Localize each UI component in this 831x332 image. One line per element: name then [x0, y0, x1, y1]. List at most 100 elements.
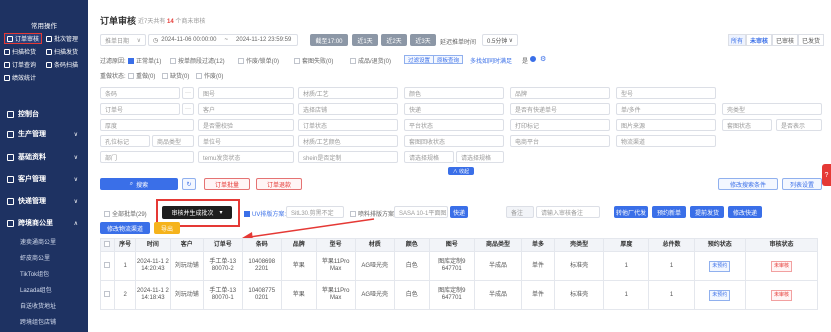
check-return[interactable]: 成品/退货(0) [350, 56, 391, 65]
last-3-days-button[interactable]: 近3天 [410, 34, 436, 46]
select-all[interactable]: 全部批单(29) [104, 209, 147, 218]
nav-cross-border[interactable]: 跨境商公里 ∧ [0, 217, 88, 229]
search-has-tracking[interactable]: 是否有快递单号 [510, 103, 610, 115]
search-thickness[interactable]: 厚度 [100, 119, 194, 131]
checkbox[interactable] [103, 291, 110, 298]
option-radio[interactable] [530, 56, 538, 63]
search-spec-1[interactable]: 请选择规格 [404, 151, 454, 163]
col-checkbox[interactable] [99, 238, 116, 252]
search-is-marked[interactable]: 是否表示 [776, 119, 822, 131]
search-verify[interactable]: 是否需校验 [198, 119, 294, 131]
check-redo[interactable]: 重做(0) [128, 71, 155, 80]
export-button[interactable]: 导出 [154, 222, 180, 234]
checkbox[interactable] [294, 58, 300, 65]
search-brand[interactable]: 品牌 [510, 87, 610, 99]
remark-input[interactable]: 请输入审核备注 [536, 206, 600, 218]
nav-basic-data[interactable]: 基础资料 ∨ [0, 151, 88, 163]
sub-aliexpress[interactable]: 速卖通商公里 [20, 235, 56, 247]
search-single-multi[interactable]: 单/多件 [616, 103, 716, 115]
nav-customers[interactable]: 客户管理 ∨ [0, 173, 88, 185]
quick-item-pick[interactable]: 扫描检货 [4, 46, 36, 57]
sub-tiktok[interactable]: TikTok组包 [20, 267, 49, 279]
search-color[interactable]: 颜色 [404, 87, 504, 99]
list-settings-button[interactable]: 列表设置 [782, 178, 822, 190]
search-temu-status[interactable]: temu发货状态 [198, 151, 294, 163]
row-checkbox[interactable] [99, 251, 116, 281]
nav-express[interactable]: 快递管理 ∨ [0, 195, 88, 207]
check-fail[interactable]: 套图失败(0) [294, 56, 333, 65]
checkbox[interactable] [196, 73, 202, 80]
last-2-days-button[interactable]: 近2天 [381, 34, 407, 46]
date-type-select[interactable]: 推单日期 ∨ [100, 34, 146, 46]
search-mapping-status[interactable]: 套图状态 [722, 119, 772, 131]
checkbox[interactable] [128, 73, 134, 80]
original-query-tag[interactable]: 原板查询 [433, 55, 464, 64]
search-button[interactable]: ⌕ 搜索 [100, 178, 178, 190]
nav-production[interactable]: 生产管理 ∨ [0, 128, 88, 140]
nav-console[interactable]: 控制台 [0, 108, 88, 120]
search-shein-custom[interactable]: shein是否定制 [298, 151, 398, 163]
search-image-source[interactable]: 图片来源 [616, 119, 716, 131]
search-case-type[interactable]: 壳类型 [722, 103, 822, 115]
order-refund-button[interactable]: 订单退款 [256, 178, 302, 190]
delay-select[interactable]: 0.5分钟 ∨ [482, 34, 518, 46]
reserve-order-button[interactable]: 预约新单 [652, 206, 686, 218]
search-recycle-status[interactable]: 套图回收状态 [404, 135, 504, 147]
search-department[interactable]: 部门 [100, 151, 194, 163]
search-order-status[interactable]: 订单状态 [298, 119, 398, 131]
transfer-factory-button[interactable]: 转他厂代发 [614, 206, 648, 218]
checkbox[interactable] [104, 211, 110, 218]
quick-item-barcode[interactable]: 条码扫描 [46, 59, 78, 70]
checkbox[interactable] [170, 58, 176, 65]
search-hole-mark[interactable]: 孔位标记 [100, 135, 150, 147]
sub-shopee[interactable]: 虾皮商公里 [20, 251, 50, 263]
order-batch-button[interactable]: 订单批量 [204, 178, 250, 190]
review-and-batch-button[interactable]: 审核并生成批次 ▾ [162, 206, 232, 219]
search-material[interactable]: 材质/工艺 [298, 87, 398, 99]
quick-item-query[interactable]: 订单查询 [4, 59, 36, 70]
help-tab[interactable]: ? [822, 164, 831, 186]
tab-reviewed[interactable]: 已审核 [772, 34, 798, 46]
table-row[interactable]: 1 2024-11-1 2 14:20:43 刘玩动铺 手工单-13 80070… [99, 251, 819, 281]
tab-shipped[interactable]: 已发货 [798, 34, 824, 46]
search-platform[interactable]: 电商平台 [510, 135, 610, 147]
dropdown-arrow-icon[interactable]: ▾ [220, 209, 223, 216]
check-shortage[interactable]: 缺货(0) [162, 71, 189, 80]
cutoff-1700-button[interactable]: 截至17:00 [310, 34, 348, 46]
express-button[interactable]: 快递 [450, 206, 468, 218]
tab-all[interactable]: 所有 [728, 34, 746, 46]
reset-icon[interactable]: ↻ [182, 178, 196, 190]
laser-layout-select[interactable]: SASA 10-1平面图... [394, 206, 448, 218]
search-model[interactable]: 型号 [616, 87, 716, 99]
quick-item-batch[interactable]: 批次管理 [46, 33, 78, 44]
quick-item-order-review[interactable]: 订单审核 [4, 33, 43, 44]
radio[interactable] [530, 56, 536, 62]
last-1-day-button[interactable]: 近1天 [352, 34, 378, 46]
sub-shops[interactable]: 跨境组包店铺 [20, 315, 56, 327]
checkbox[interactable] [162, 73, 168, 80]
search-express[interactable]: 快递 [404, 103, 504, 115]
cell-order-no[interactable]: 手工单-13 80070-1 [202, 280, 243, 310]
modify-logistics-button[interactable]: 修改物流渠道 [100, 222, 150, 234]
quick-item-ship[interactable]: 扫描发货 [46, 46, 78, 57]
sub-address[interactable]: 自送收货地址 [20, 299, 56, 311]
checkbox[interactable] [350, 58, 356, 65]
checkbox[interactable] [238, 58, 244, 65]
more-icon[interactable]: ··· [182, 103, 194, 115]
search-product-type[interactable]: 商品类型 [152, 135, 194, 147]
check-void[interactable]: 作废/锁单(0) [238, 56, 279, 65]
search-shop[interactable]: 选择店铺 [298, 103, 398, 115]
search-print-mark[interactable]: 打印标记 [510, 119, 610, 131]
table-row[interactable]: 2 2024-11-1 2 14:18:43 刘玩动铺 手工单-13 80070… [99, 280, 819, 310]
search-order-no[interactable]: 订单号 [100, 103, 180, 115]
filter-settings-tag[interactable]: 过滤设置 [404, 55, 435, 64]
search-customer[interactable]: 客户 [198, 103, 294, 115]
multi-match-link[interactable]: 多找如同时满足 [470, 56, 512, 65]
tab-unreviewed[interactable]: 未审核 [746, 34, 772, 46]
search-barcode[interactable]: 条码 [100, 87, 180, 99]
sub-lazada[interactable]: Lazada组包 [20, 283, 52, 295]
checkbox[interactable] [103, 241, 110, 248]
search-platform-status[interactable]: 平台状态 [404, 119, 504, 131]
check-normal[interactable]: 正常单(1) [128, 56, 161, 65]
search-spec-2[interactable]: 请选择规格 [456, 151, 504, 163]
